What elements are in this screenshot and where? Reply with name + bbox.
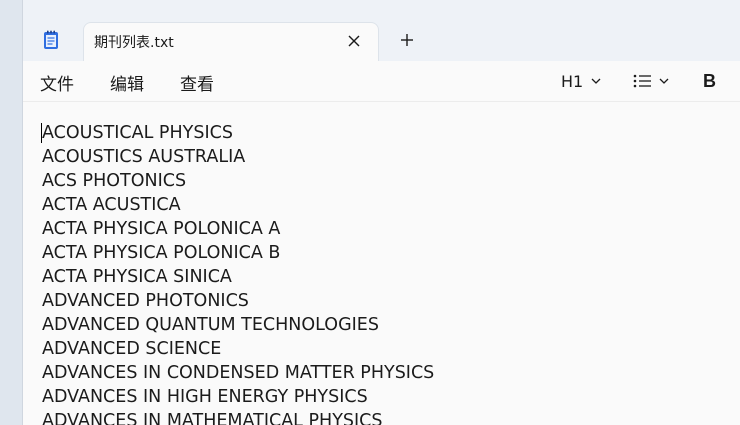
menu-bar: 文件 编辑 查看 H1 B — [23, 61, 740, 102]
document-lines: ACOUSTICAL PHYSICS ACOUSTICS AUSTRALIA ACS… — [42, 121, 434, 425]
tab-bar: 期刊列表.txt — [23, 0, 740, 62]
document-line: ADVANCED PHOTONICS — [42, 291, 249, 311]
notepad-window: 期刊列表.txt 文件 编辑 查看 H1 B ACOUSTICAL PHYSIC… — [22, 0, 740, 425]
plus-icon[interactable] — [399, 32, 415, 48]
close-icon[interactable] — [346, 33, 362, 49]
menu-view[interactable]: 查看 — [180, 70, 214, 95]
document-line: ADVANCES IN HIGH ENERGY PHYSICS — [42, 387, 368, 407]
document-line: ADVANCES IN MATHEMATICAL PHYSICS — [42, 411, 383, 425]
menu-edit[interactable]: 编辑 — [110, 70, 144, 95]
chevron-down-icon — [591, 78, 601, 84]
bold-label: B — [703, 70, 716, 91]
heading-dropdown[interactable]: H1 — [561, 69, 601, 93]
document-line: ACTA ACUSTICA — [42, 195, 181, 215]
list-dropdown[interactable] — [633, 69, 669, 93]
document-line: ADVANCED SCIENCE — [42, 339, 222, 359]
menu-file[interactable]: 文件 — [40, 70, 74, 95]
document-line: ACTA PHYSICA SINICA — [42, 267, 232, 287]
bold-button[interactable]: B — [703, 69, 716, 93]
document-line: ACTA PHYSICA POLONICA A — [42, 219, 281, 239]
document-line: ACS PHOTONICS — [42, 171, 187, 191]
notepad-icon[interactable] — [43, 30, 59, 50]
document-line: ACTA PHYSICA POLONICA B — [42, 243, 281, 263]
document-line: ACOUSTICS AUSTRALIA — [42, 147, 246, 167]
document-line: ACOUSTICAL PHYSICS — [42, 123, 233, 143]
bulleted-list-icon — [633, 74, 651, 88]
tab-document[interactable]: 期刊列表.txt — [83, 22, 379, 62]
document-line: ADVANCED QUANTUM TECHNOLOGIES — [42, 315, 379, 335]
document-line: ADVANCES IN CONDENSED MATTER PHYSICS — [42, 363, 435, 383]
chevron-down-icon — [659, 78, 669, 84]
heading-label: H1 — [561, 71, 584, 91]
text-editor[interactable]: ACOUSTICAL PHYSICS ACOUSTICS AUSTRALIA ACS… — [23, 102, 740, 425]
tab-title: 期刊列表.txt — [94, 35, 174, 51]
